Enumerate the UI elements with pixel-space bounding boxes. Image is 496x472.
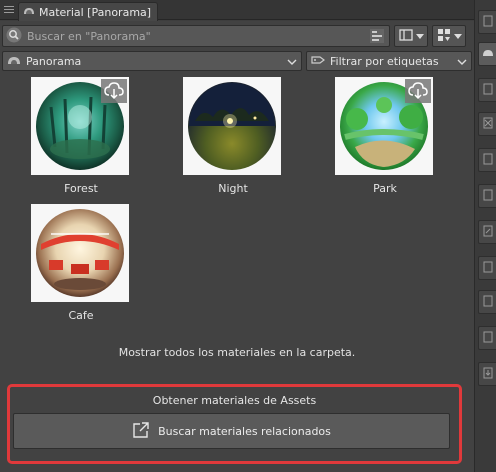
view-mode-button[interactable] (394, 25, 428, 47)
side-tab-5[interactable] (478, 148, 496, 172)
side-tab-4[interactable] (478, 112, 496, 136)
chevron-down-icon (287, 55, 297, 68)
cloud-download-icon[interactable] (405, 79, 431, 103)
search-field[interactable] (2, 25, 390, 47)
thumbnail-size-icon (437, 28, 451, 45)
side-tab-material[interactable] (478, 42, 496, 66)
side-tab-7[interactable] (478, 220, 496, 244)
chevron-down-icon (457, 55, 467, 68)
tab-material-panorama[interactable]: Material [Panorama] (18, 2, 158, 21)
show-all-materials-link[interactable]: Mostrar todos los materiales en la carpe… (0, 346, 474, 359)
download-icon (483, 367, 493, 382)
tag-filter-select[interactable]: Filtrar por etiquetas (306, 51, 472, 71)
panel-icon (483, 189, 493, 204)
material-item-cafe[interactable]: Cafe (31, 204, 131, 322)
material-name: Cafe (68, 309, 94, 322)
material-panel: Panorama Filtrar por etiquetas (0, 21, 474, 472)
side-panel-strip (475, 0, 496, 472)
edit-icon (483, 225, 493, 240)
external-link-icon (132, 421, 150, 442)
chevron-down-icon (453, 30, 462, 43)
side-tab-6[interactable] (478, 184, 496, 208)
side-tab-1[interactable] (478, 10, 496, 34)
search-related-materials-label: Buscar materiales relacionados (158, 424, 331, 438)
search-input[interactable] (27, 29, 357, 43)
tag-filter-value: Filtrar por etiquetas (330, 54, 439, 68)
panel-icon (483, 83, 493, 98)
panel-menu-icon[interactable] (4, 4, 14, 16)
material-folder-icon (7, 54, 21, 69)
material-icon (23, 5, 35, 20)
search-related-materials-button[interactable]: Buscar materiales relacionados (13, 413, 450, 449)
search-settings-icon[interactable] (369, 28, 385, 47)
folder-select[interactable]: Panorama (2, 51, 302, 71)
search-icon (6, 27, 22, 46)
material-name: Park (373, 182, 397, 195)
material-item-night[interactable]: Night (183, 77, 283, 195)
park-thumbnail (335, 77, 433, 175)
panel-icon (483, 261, 493, 276)
panel-icon (483, 15, 493, 30)
tab-title: Material [Panorama] (39, 5, 152, 19)
sort-button[interactable] (432, 25, 466, 47)
night-thumbnail (183, 77, 281, 175)
side-tab-10[interactable] (478, 326, 496, 350)
panel-icon (483, 153, 493, 168)
side-tab-8[interactable] (478, 256, 496, 280)
material-icon (482, 47, 494, 62)
folder-select-value: Panorama (26, 54, 82, 68)
side-tab-9[interactable] (478, 290, 496, 314)
list-view-icon (398, 28, 413, 45)
chevron-down-icon (415, 30, 424, 43)
material-name: Forest (64, 182, 98, 195)
assets-title: Obtener materiales de Assets (152, 394, 317, 407)
material-item-park[interactable]: Park (335, 77, 435, 195)
close-box-icon (483, 117, 493, 132)
panel-icon (483, 295, 493, 310)
forest-thumbnail (31, 77, 129, 175)
tag-icon (311, 54, 325, 69)
cafe-thumbnail (31, 204, 129, 302)
assets-section: Obtener materiales de Assets Buscar mate… (7, 384, 462, 464)
side-tab-3[interactable] (478, 78, 496, 102)
material-item-forest[interactable]: Forest (31, 77, 131, 195)
cloud-download-icon[interactable] (101, 79, 127, 103)
material-name: Night (218, 182, 248, 195)
panel-icon (483, 331, 493, 346)
panel-tab-bar: Material [Panorama] (0, 0, 496, 21)
side-tab-11[interactable] (478, 362, 496, 386)
